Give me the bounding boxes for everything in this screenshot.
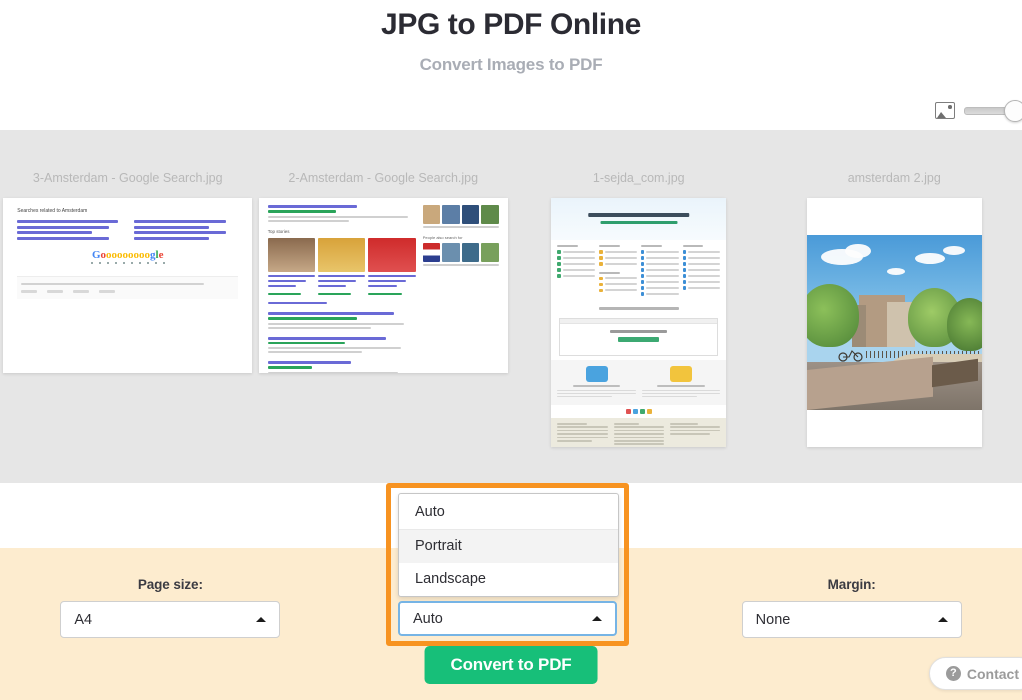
thumbnail-filename: 1-sejda_com.jpg: [592, 171, 685, 185]
question-mark-icon: ?: [945, 666, 961, 681]
thumbnail-strip: 3-Amsterdam - Google Search.jpg Searches…: [0, 130, 1022, 483]
page-size-group: Page size: A4: [0, 577, 341, 638]
margin-value: None: [755, 611, 791, 628]
convert-to-pdf-button[interactable]: Convert to PDF: [424, 646, 598, 684]
jpg-to-pdf-app: JPG to PDF Online Convert Images to PDF …: [0, 0, 1022, 700]
chevron-up-icon: [592, 616, 602, 621]
margin-select[interactable]: None: [741, 601, 962, 638]
chevron-up-icon: [256, 617, 267, 622]
page-header: JPG to PDF Online Convert Images to PDF: [0, 0, 1022, 97]
page-size-select[interactable]: A4: [60, 601, 281, 638]
thumbnail-filename: 3-Amsterdam - Google Search.jpg: [32, 171, 223, 185]
people-also-search-label: People also search for: [422, 235, 463, 240]
knowledge-panel: People also search for: [422, 205, 499, 366]
page-size-label: Page size:: [137, 577, 203, 592]
thumbnail-item[interactable]: 1-sejda_com.jpg: [511, 130, 767, 483]
margin-group: Margin: None: [681, 577, 1022, 638]
thumbnail-preview[interactable]: [551, 198, 727, 447]
slider-handle[interactable]: [1004, 99, 1022, 122]
pagination-dots: [17, 261, 238, 264]
google-pagination-logo: Gooooooooogle: [91, 248, 164, 261]
orientation-select[interactable]: Auto: [398, 601, 617, 636]
google-search-bottom-preview: Searches related to Amsterdam Gooooooooo…: [3, 198, 253, 373]
orientation-option-auto[interactable]: Auto: [399, 494, 618, 530]
orientation-value: Auto: [413, 610, 443, 627]
thumbnail-size-control: [935, 99, 1022, 122]
thumbnail-size-slider[interactable]: [964, 99, 1022, 122]
page-title: JPG to PDF Online: [381, 8, 641, 41]
contact-support-button[interactable]: ? Contact: [928, 657, 1022, 690]
image-icon: [935, 102, 955, 119]
amsterdam-canal-photo-preview: [806, 198, 982, 447]
orientation-dropdown-menu[interactable]: Auto Portrait Landscape: [398, 493, 619, 597]
top-stories-label: Top stories: [267, 228, 290, 234]
preview-heading: Searches related to Amsterdam: [17, 208, 88, 214]
chevron-up-icon: [937, 617, 948, 622]
page-size-value: A4: [74, 611, 93, 628]
bicycle-illustration: [838, 350, 863, 362]
google-search-results-preview: Top stories People also search for: [258, 198, 508, 373]
thumbnail-preview[interactable]: Top stories People also search for: [258, 198, 508, 373]
thumbnail-preview[interactable]: [806, 198, 982, 447]
page-subtitle: Convert Images to PDF: [419, 55, 603, 74]
margin-label: Margin:: [827, 577, 876, 592]
sejda-homepage-preview: [551, 198, 727, 447]
preview-footer: [17, 275, 239, 299]
thumbnail-item[interactable]: 3-Amsterdam - Google Search.jpg Searches…: [0, 130, 256, 483]
thumbnail-size-toolbar: [0, 97, 1022, 130]
orientation-option-portrait[interactable]: Portrait: [399, 530, 618, 563]
thumbnail-filename: 2-Amsterdam - Google Search.jpg: [288, 171, 479, 185]
thumbnail-item[interactable]: amsterdam 2.jpg: [767, 130, 1022, 483]
thumbnail-filename: amsterdam 2.jpg: [847, 171, 941, 185]
contact-label: Contact: [966, 665, 1019, 682]
preview-link-grid: [17, 220, 238, 240]
orientation-option-landscape[interactable]: Landscape: [399, 563, 618, 596]
thumbnail-preview[interactable]: Searches related to Amsterdam Gooooooooo…: [3, 198, 253, 373]
thumbnail-item[interactable]: 2-Amsterdam - Google Search.jpg Top stor…: [256, 130, 512, 483]
